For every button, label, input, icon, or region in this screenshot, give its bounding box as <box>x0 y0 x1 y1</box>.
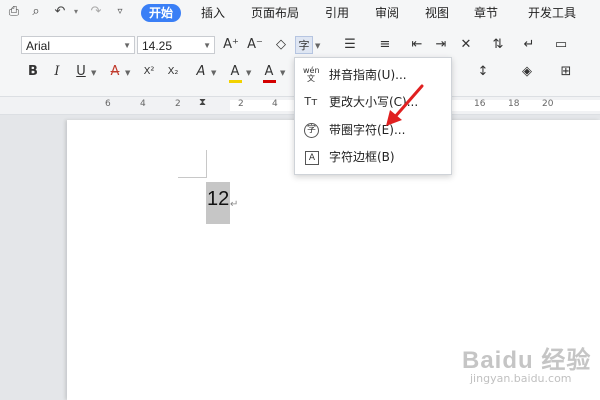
ruler-number: 6 <box>105 99 111 109</box>
watermark-logo: Baidu 经验 <box>462 347 592 374</box>
enclosed-character-icon: 字 <box>304 123 319 138</box>
superscript-button[interactable]: X² <box>140 63 158 81</box>
ruler-number: 16 <box>474 99 486 109</box>
tab-insert[interactable]: 插入 <box>201 4 225 22</box>
menu-tab-bar: ⎙ ⌕ ↶ ▾ ↷ ▿ 开始 插入 页面布局 引用 审阅 视图 章节 开发工具 <box>0 0 600 26</box>
character-border-icon: A <box>305 151 319 165</box>
font-name-value: Arial <box>26 39 51 53</box>
phonetic-guide-button[interactable]: 字 <box>295 36 313 54</box>
grow-font-button[interactable]: A⁺ <box>222 36 240 54</box>
ruler-number: 4 <box>140 99 146 109</box>
font-color-bar <box>263 80 276 83</box>
bold-button[interactable]: B <box>24 63 42 81</box>
tab-page-layout[interactable]: 页面布局 <box>251 4 299 22</box>
print-icon[interactable]: ⎙ <box>6 4 22 20</box>
chevron-down-icon[interactable]: ▼ <box>315 42 320 50</box>
tab-developer[interactable]: 开发工具 <box>528 4 576 22</box>
italic-button[interactable]: I <box>48 63 66 81</box>
ruler-number: 20 <box>542 99 554 109</box>
chevron-down-icon[interactable]: ▼ <box>246 69 251 77</box>
redo-icon[interactable]: ↷ <box>88 4 104 20</box>
customize-icon[interactable]: ▿ <box>112 4 128 20</box>
highlight-color-bar <box>229 80 242 83</box>
tab-references[interactable]: 引用 <box>325 4 349 22</box>
print-preview-icon[interactable]: ⌕ <box>28 4 44 20</box>
annotation-arrow-icon <box>386 84 424 126</box>
menu-item-label: 字符边框(B) <box>329 150 395 164</box>
font-size-combo[interactable]: 14.25 ▼ <box>137 36 215 54</box>
watermark-url: jingyan.baidu.com <box>470 372 572 385</box>
increase-indent-icon[interactable]: ⇥ <box>432 36 450 54</box>
ruler-number: 4 <box>272 99 278 109</box>
show-hide-marks-icon[interactable]: ↵ <box>520 36 538 54</box>
numbering-icon[interactable]: ≡ <box>376 36 394 54</box>
chevron-down-icon[interactable]: ▼ <box>91 69 96 77</box>
chevron-down-icon[interactable]: ▼ <box>211 69 216 77</box>
underline-button[interactable]: U <box>72 63 90 81</box>
borders-icon[interactable]: ⊞ <box>557 63 575 81</box>
chevron-down-icon[interactable]: ▼ <box>125 69 130 77</box>
margin-guide-vertical <box>206 150 207 178</box>
shading-icon[interactable]: ◈ <box>518 63 536 81</box>
change-case-icon: Tт <box>304 95 318 108</box>
text-effect-button[interactable]: A <box>192 63 210 81</box>
indent-marker-icon[interactable]: ⧗ <box>199 97 206 108</box>
paragraph-mark: ↵ <box>230 199 239 210</box>
highlight-label: A <box>230 64 240 79</box>
undo-icon[interactable]: ↶ <box>52 4 68 20</box>
tab-chapter[interactable]: 章节 <box>474 4 498 22</box>
chevron-down-icon[interactable]: ▼ <box>280 69 285 77</box>
clear-format-icon[interactable]: ◇ <box>272 36 290 54</box>
chinese-layout-icon[interactable]: ✕ <box>457 36 475 54</box>
margin-guide-horizontal <box>178 177 207 178</box>
chevron-down-icon: ▼ <box>123 41 131 50</box>
ruler-number: 18 <box>508 99 520 109</box>
ruler-number: 2 <box>238 99 244 109</box>
pinyin-guide-icon: wén 文 <box>303 66 320 83</box>
strikethrough-button[interactable]: A <box>106 63 124 81</box>
font-color-button[interactable]: A <box>260 63 278 81</box>
chevron-down-icon: ▼ <box>203 41 211 50</box>
tab-home[interactable]: 开始 <box>141 4 182 22</box>
font-size-value: 14.25 <box>142 39 173 53</box>
tab-view[interactable]: 视图 <box>425 4 449 22</box>
undo-dropdown-icon[interactable]: ▾ <box>68 4 84 20</box>
tab-review[interactable]: 审阅 <box>375 4 399 22</box>
subscript-button[interactable]: X₂ <box>164 63 182 81</box>
menu-item-character-border[interactable]: A 字符边框(B) <box>295 144 451 170</box>
ruler-number: 2 <box>175 99 181 109</box>
bullets-icon[interactable]: ☰ <box>341 36 359 54</box>
shrink-font-button[interactable]: A⁻ <box>246 36 264 54</box>
sort-icon[interactable]: ⇅ <box>489 36 507 54</box>
table-borders-icon[interactable]: ▭ <box>552 36 570 54</box>
highlight-button[interactable]: A <box>226 63 244 81</box>
document-text[interactable]: 12 <box>207 188 229 211</box>
line-spacing-icon[interactable]: ↕ <box>474 63 492 81</box>
decrease-indent-icon[interactable]: ⇤ <box>408 36 426 54</box>
font-name-combo[interactable]: Arial ▼ <box>21 36 135 54</box>
